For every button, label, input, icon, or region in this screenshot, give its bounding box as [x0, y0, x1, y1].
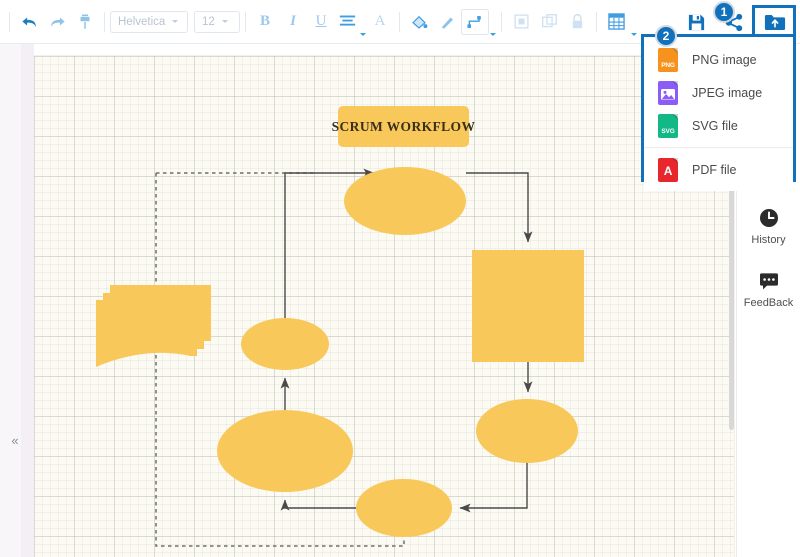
- sidebar-item-label: FeedBack: [743, 297, 794, 309]
- chevron-down-icon: [172, 20, 179, 23]
- bold-button[interactable]: B: [251, 8, 279, 36]
- text-format-group: B I U A: [251, 0, 394, 43]
- menu-item-label: PDF file: [692, 162, 737, 177]
- svg-file-glyph: SVG: [661, 127, 675, 135]
- bold-label: B: [259, 13, 270, 29]
- style-group: [405, 0, 496, 43]
- toolbar-divider: [596, 11, 597, 32]
- redo-button[interactable]: [43, 8, 71, 36]
- jpeg-file-icon: [658, 80, 678, 105]
- canvas-vertical-scrollbar[interactable]: [729, 170, 734, 430]
- undo-button[interactable]: [15, 8, 43, 36]
- table-group: [602, 0, 637, 43]
- connector-lowerright-to-bottom[interactable]: [459, 463, 528, 513]
- menu-item-jpeg[interactable]: JPEG image: [644, 76, 793, 109]
- svg-file-icon: SVG: [658, 113, 678, 138]
- underline-label: U: [315, 13, 327, 29]
- group-button[interactable]: [507, 8, 535, 36]
- font-color-button[interactable]: A: [366, 8, 394, 36]
- export-button[interactable]: [758, 7, 792, 37]
- format-painter-button[interactable]: [71, 8, 99, 36]
- history-clock-icon: [759, 209, 778, 227]
- feedback-chat-icon: [759, 273, 778, 290]
- font-color-label: A: [374, 13, 386, 29]
- font-family-value: Helvetica: [118, 15, 166, 28]
- ellipse-mid-left[interactable]: [241, 318, 329, 370]
- connector-style-button[interactable]: [461, 8, 489, 35]
- diagram-svg: SCRUM WORKFLOW: [96, 106, 584, 547]
- title-shape[interactable]: SCRUM WORKFLOW: [332, 106, 476, 147]
- diagram-canvas[interactable]: SCRUM WORKFLOW: [34, 56, 734, 557]
- history-group: [15, 0, 99, 43]
- font-size-value: 12: [202, 15, 215, 28]
- insert-table-button[interactable]: [602, 8, 630, 36]
- menu-item-png[interactable]: PNG PNG image: [644, 43, 793, 76]
- sidebar-item-label: History: [751, 234, 786, 246]
- menu-item-pdf[interactable]: A PDF file: [644, 153, 793, 186]
- arrange-group: [507, 0, 591, 43]
- font-family-select[interactable]: Helvetica: [110, 10, 188, 33]
- sidebar-item-feedback[interactable]: FeedBack: [737, 270, 800, 309]
- rectangle-right[interactable]: [472, 250, 584, 362]
- text-align-button[interactable]: [335, 8, 359, 36]
- chevron-down-icon: [221, 20, 228, 23]
- chevron-down-icon[interactable]: [490, 33, 496, 36]
- menu-item-label: SVG file: [692, 118, 738, 133]
- toolbar-divider: [399, 11, 400, 32]
- italic-label: I: [290, 13, 296, 29]
- ellipse-lower-right[interactable]: [476, 399, 578, 463]
- line-style-button[interactable]: [433, 8, 461, 36]
- toolbar-divider: [104, 11, 105, 32]
- save-button[interactable]: [682, 8, 710, 36]
- font-size-select[interactable]: 12: [194, 10, 240, 33]
- pdf-file-icon: A: [658, 157, 678, 182]
- toolbar-divider: [501, 11, 502, 32]
- ellipse-lower-left[interactable]: [217, 410, 353, 492]
- title-shape-text: SCRUM WORKFLOW: [332, 119, 476, 134]
- toolbar-divider: [9, 11, 10, 32]
- underline-button[interactable]: U: [307, 8, 335, 36]
- connector-bottom-to-lowerleft[interactable]: [280, 499, 356, 511]
- fill-color-button[interactable]: [405, 8, 433, 36]
- toolbar-divider: [245, 11, 246, 32]
- connector-top-to-rect[interactable]: [466, 172, 533, 243]
- png-file-glyph: PNG: [661, 61, 675, 69]
- left-rail: «: [0, 44, 34, 557]
- lock-button[interactable]: [563, 8, 591, 36]
- ungroup-button[interactable]: [535, 8, 563, 36]
- torn-document-shape[interactable]: [96, 285, 211, 367]
- menu-item-label: JPEG image: [692, 85, 763, 100]
- pdf-file-glyph: A: [663, 163, 673, 178]
- export-dropdown-menu: PNG PNG image JPEG image SVG SVG file A …: [644, 37, 793, 191]
- collapse-panel-button[interactable]: «: [6, 430, 24, 450]
- chevron-down-icon[interactable]: [631, 33, 637, 36]
- italic-button[interactable]: I: [279, 8, 307, 36]
- ellipse-bottom[interactable]: [356, 479, 452, 537]
- menu-item-svg[interactable]: SVG SVG file: [644, 109, 793, 142]
- sidebar-item-history[interactable]: History: [737, 207, 800, 246]
- ellipse-top[interactable]: [344, 167, 466, 235]
- callout-badge-2: 2: [655, 25, 677, 47]
- menu-divider: [644, 147, 793, 148]
- png-file-icon: PNG: [658, 47, 678, 72]
- menu-item-label: PNG image: [692, 52, 757, 67]
- callout-badge-1: 1: [713, 1, 735, 23]
- left-rail-strip: [21, 44, 34, 557]
